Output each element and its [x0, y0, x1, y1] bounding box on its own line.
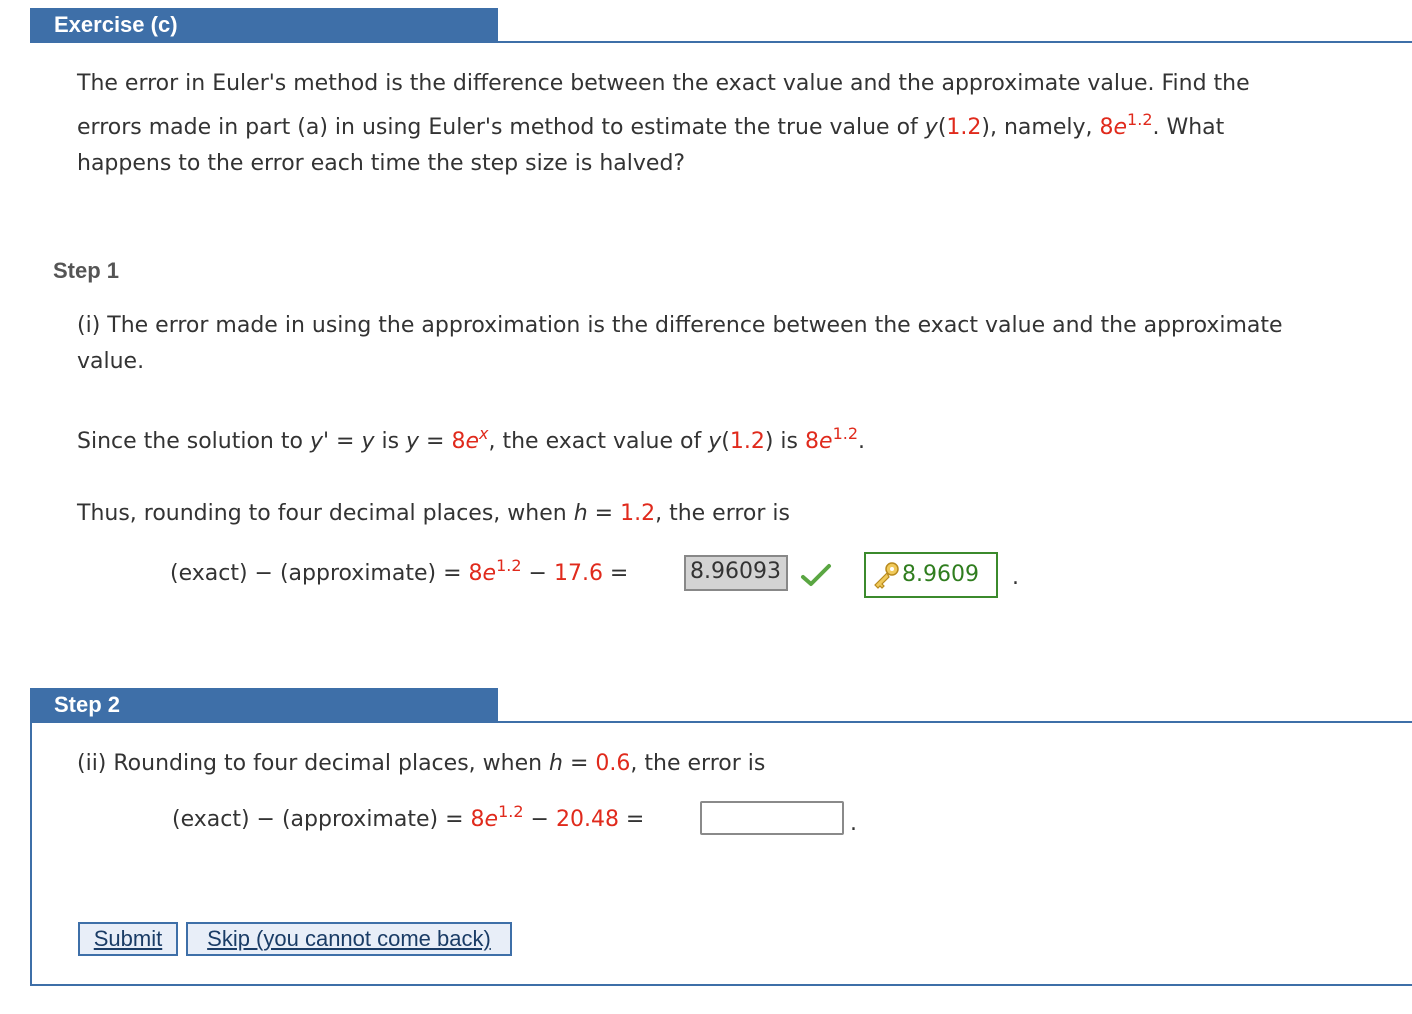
exercise-title: Exercise (c): [54, 12, 178, 37]
problem-line-1: The error in Euler's method is the diffe…: [77, 71, 1250, 96]
step2-tab: Step 2: [30, 688, 498, 722]
correct-answer-box: 8.9609: [864, 552, 998, 598]
step1-thus-line: Thus, rounding to four decimal places, w…: [77, 501, 790, 526]
step2-line: (ii) Rounding to four decimal places, wh…: [77, 751, 766, 776]
step1-formula: (exact) − (approximate) = 8e1.2 − 17.6 =: [170, 556, 629, 587]
step1-answer-field: 8.96093: [684, 555, 788, 591]
key-icon: [870, 560, 902, 590]
correct-answer-value: 8.9609: [902, 562, 979, 587]
problem-line-2: errors made in part (a) in using Euler's…: [77, 110, 1225, 141]
step1-label: Step 1: [53, 258, 120, 283]
exercise-header-rule: [30, 41, 1412, 43]
submit-button[interactable]: Submit: [78, 922, 178, 956]
checkmark-icon: [800, 562, 832, 588]
step1-trailing-period: .: [1012, 565, 1019, 590]
step2-trailing-period: .: [850, 811, 857, 836]
step2-answer-input[interactable]: [700, 801, 844, 835]
problem-line-3: happens to the error each time the step …: [77, 151, 686, 176]
skip-button[interactable]: Skip (you cannot come back): [186, 922, 512, 956]
exercise-tab: Exercise (c): [30, 8, 498, 42]
step1-intro-line-2: value.: [77, 349, 145, 374]
step1-intro-line-1: (i) The error made in using the approxim…: [77, 313, 1283, 338]
step2-label: Step 2: [54, 692, 121, 717]
step1-since-line: Since the solution to y' = y is y = 8ex,…: [77, 424, 866, 455]
step2-formula: (exact) − (approximate) = 8e1.2 − 20.48 …: [172, 802, 645, 833]
